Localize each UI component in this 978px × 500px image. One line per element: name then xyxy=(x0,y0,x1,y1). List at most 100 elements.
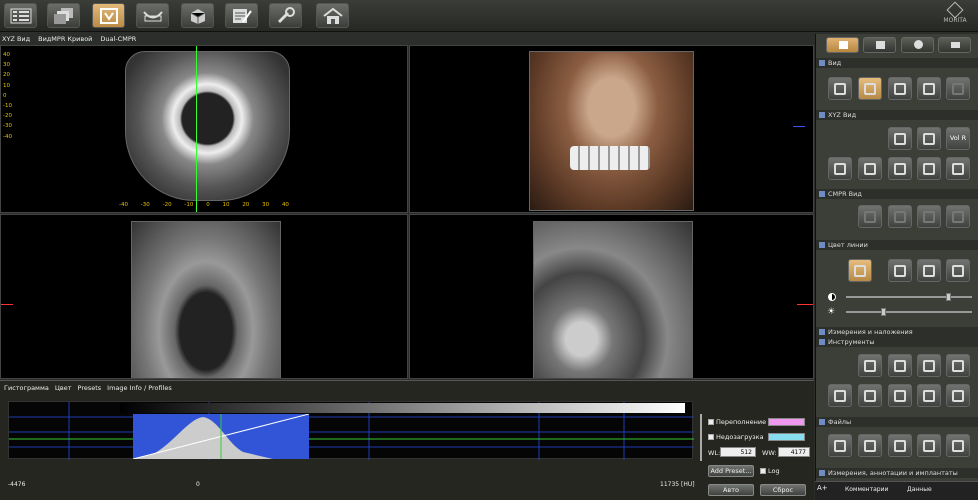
phone-file-button[interactable] xyxy=(888,434,912,457)
stack-icon xyxy=(54,8,73,24)
camera-tool-button[interactable] xyxy=(946,354,970,377)
rotate-volume-button[interactable] xyxy=(888,127,912,150)
info-icon xyxy=(914,40,923,49)
sagittal-viewport[interactable] xyxy=(409,214,814,379)
brightness-slider-knob[interactable] xyxy=(881,308,886,316)
tooth-model-icon xyxy=(100,8,118,24)
underflow-color-picker[interactable] xyxy=(768,433,805,441)
coronal-viewport[interactable] xyxy=(0,214,408,379)
gamma-curve-1-button[interactable] xyxy=(888,259,912,282)
tab-curved-mpr[interactable]: ВидMPR Кривой xyxy=(38,35,92,45)
log-checkbox[interactable]: Log xyxy=(760,467,780,475)
zoom-button[interactable] xyxy=(917,77,941,100)
layout-icon xyxy=(834,83,846,95)
snapshot-tool-button[interactable] xyxy=(946,384,970,407)
window-selection[interactable] xyxy=(132,413,310,460)
hist-zero-label: 0 xyxy=(196,481,200,488)
section-xyz-view[interactable]: XYZ Вид xyxy=(816,110,978,120)
section-line-color[interactable]: Цвет линии xyxy=(816,240,978,250)
sagittal-slice-image xyxy=(533,221,693,378)
tab-extra-tools[interactable] xyxy=(938,37,971,53)
tab-xyz-view[interactable]: XYZ Вид xyxy=(2,35,30,45)
cmpr-tool-1-button[interactable] xyxy=(858,205,882,228)
contrast-slider[interactable] xyxy=(846,293,972,301)
section-view[interactable]: Вид xyxy=(816,58,978,68)
crop-button[interactable] xyxy=(946,77,970,100)
section-measurements[interactable]: Измерения и наложения xyxy=(816,327,978,337)
auto-button[interactable]: Авто xyxy=(708,484,754,496)
implant-tool-button[interactable] xyxy=(828,384,852,407)
ww-label: WW: xyxy=(762,449,777,457)
axial-viewport[interactable]: 40 30 20 10 0 -10 -20 -30 -40 -40 -30 -20 -10 0 10 20 3… xyxy=(0,45,408,213)
main-toolbar: MORITA xyxy=(0,0,978,32)
notes-icon xyxy=(233,9,252,23)
slab-button[interactable] xyxy=(917,127,941,150)
3d-volume-viewport[interactable] xyxy=(409,45,814,213)
tab-color[interactable]: Цвет xyxy=(55,384,72,392)
snapshot-icon xyxy=(952,390,964,402)
line-color-button[interactable] xyxy=(848,259,872,282)
panoramic-icon xyxy=(143,11,163,22)
section-tools[interactable]: Инструменты xyxy=(816,337,978,347)
underflow-checkbox[interactable]: Недозагрузка xyxy=(708,433,764,441)
home-button[interactable] xyxy=(316,3,349,28)
tab-tooth-tools[interactable] xyxy=(863,37,896,53)
cmpr-tool-4-button[interactable] xyxy=(946,205,970,228)
ww-input[interactable]: 4177 xyxy=(778,447,810,457)
volume-tool-button[interactable] xyxy=(917,384,941,407)
eraser-tool-button[interactable] xyxy=(858,384,882,407)
tab-image-info[interactable]: Image Info / Profiles xyxy=(107,384,172,392)
import-file-button[interactable] xyxy=(946,434,970,457)
nerve-tool-button[interactable] xyxy=(917,354,941,377)
panoramic-button[interactable] xyxy=(136,3,169,28)
cmpr-tool-2-button[interactable] xyxy=(888,205,912,228)
vol-r-button[interactable]: Vol R xyxy=(946,127,970,150)
overflow-checkbox[interactable]: Переполнение xyxy=(708,418,766,426)
brightness-slider[interactable] xyxy=(846,308,972,316)
section-files[interactable]: Файлы xyxy=(816,417,978,427)
tooth-model-button[interactable] xyxy=(92,3,125,28)
tab-info[interactable] xyxy=(901,37,934,53)
download-file-button[interactable] xyxy=(917,434,941,457)
layout-button[interactable] xyxy=(828,77,852,100)
arch-tool-button[interactable] xyxy=(858,354,882,377)
stack-button[interactable] xyxy=(47,3,80,28)
settings-wrench-button[interactable] xyxy=(269,3,302,28)
cube-button[interactable] xyxy=(181,3,214,28)
tab-histogram[interactable]: Гистограмма xyxy=(4,384,49,392)
crosshair-button[interactable] xyxy=(917,157,941,180)
contrast-slider-knob[interactable] xyxy=(946,293,951,301)
notes-button[interactable] xyxy=(225,3,258,28)
curve-icon xyxy=(834,163,846,175)
implant-icon xyxy=(834,390,846,402)
tab-dual-cmpr[interactable]: Dual-CMPR xyxy=(100,35,136,45)
overflow-color-picker[interactable] xyxy=(768,418,805,426)
section-cmpr-view[interactable]: CMPR Вид xyxy=(816,189,978,199)
add-annotation-label[interactable]: A+ xyxy=(817,484,828,492)
cmpr-tool-3-button[interactable] xyxy=(917,205,941,228)
save-file-button[interactable] xyxy=(828,434,852,457)
reset-button[interactable]: Сброс xyxy=(760,484,806,496)
image-adjust-button[interactable] xyxy=(858,77,882,100)
export-file-button[interactable] xyxy=(858,434,882,457)
curve-button[interactable] xyxy=(828,157,852,180)
gamma-curve-3-button[interactable] xyxy=(946,259,970,282)
cylinder-tool-button[interactable] xyxy=(888,354,912,377)
column-data[interactable]: Данные xyxy=(907,486,932,493)
scale-button[interactable] xyxy=(888,77,912,100)
mpr-button[interactable] xyxy=(888,157,912,180)
section-annotations[interactable]: Измерения, аннотации и имплантаты xyxy=(816,468,978,478)
wl-input[interactable]: 512 xyxy=(720,447,756,457)
axis-button[interactable] xyxy=(858,157,882,180)
tab-presets[interactable]: Presets xyxy=(78,384,102,392)
gamma-curve-2-button[interactable] xyxy=(917,259,941,282)
column-comments[interactable]: Комментарии xyxy=(845,486,888,493)
cmpr-tool-2-icon xyxy=(894,211,906,223)
list-grid-button[interactable] xyxy=(4,3,37,28)
reset-view-button[interactable] xyxy=(946,157,970,180)
hist-min-label: -4476 xyxy=(8,481,26,488)
histogram-scrollbar[interactable] xyxy=(700,414,702,461)
add-preset-button[interactable]: Add Preset... xyxy=(708,465,754,477)
tab-view-tools[interactable] xyxy=(826,37,859,53)
box-tool-button[interactable] xyxy=(888,384,912,407)
